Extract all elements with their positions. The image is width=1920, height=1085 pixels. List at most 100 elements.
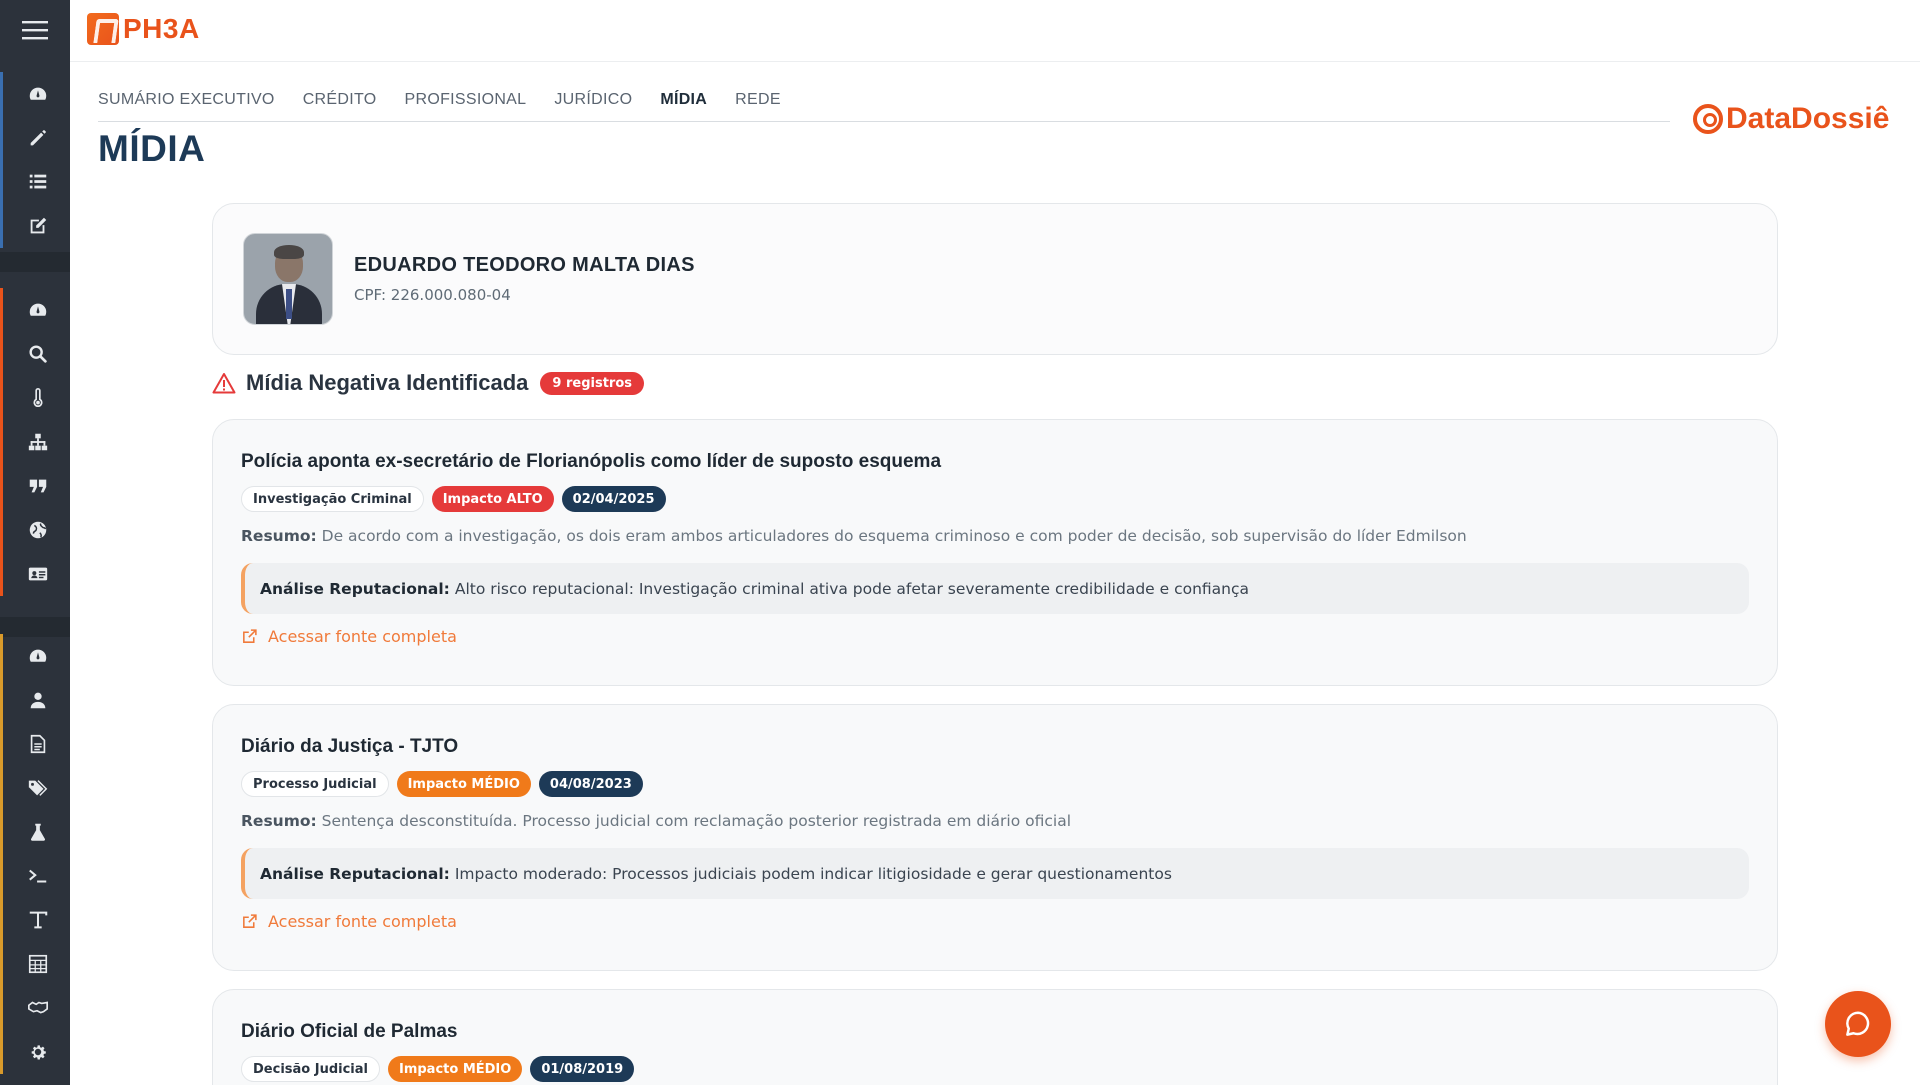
ph3a-logo-mark <box>87 13 119 45</box>
dashboard-icon <box>29 303 47 316</box>
tab-credito[interactable]: CRÉDITO <box>303 88 377 121</box>
hamburger-icon <box>22 21 48 40</box>
terminal-icon <box>29 869 47 883</box>
sidebar-item-handshake[interactable] <box>0 986 70 1030</box>
reputational-analysis: Análise Reputacional: Alto risco reputaci… <box>241 563 1749 614</box>
sidebar-item-dashboard-2[interactable] <box>0 288 70 332</box>
analysis-label: Análise Reputacional: <box>260 579 450 598</box>
category-badge: Processo Judicial <box>241 771 389 797</box>
list-icon <box>29 174 47 189</box>
category-badge: Investigação Criminal <box>241 486 424 512</box>
ph3a-logo[interactable]: PH3A <box>87 13 200 45</box>
sidebar-item-search[interactable] <box>0 332 70 376</box>
news-summary: Resumo: De acordo com a investigação, os… <box>241 527 1467 545</box>
analysis-label: Análise Reputacional: <box>260 864 450 883</box>
datadossie-logo-text: DataDossiê <box>1726 102 1890 135</box>
dashboard-icon <box>29 87 47 100</box>
page-title: MÍDIA <box>98 128 206 169</box>
news-card: Diário Oficial de Palmas Decisão Judicia… <box>212 989 1778 1085</box>
source-link[interactable]: Acessar fonte completa <box>241 627 457 646</box>
news-badges: Processo Judicial Impacto MÉDIO 04/08/20… <box>241 771 643 797</box>
impact-badge: Impacto MÉDIO <box>387 1056 523 1082</box>
sidebar-item-network[interactable] <box>0 420 70 464</box>
gear-icon <box>31 1045 46 1060</box>
news-card: Diário da Justiça - TJTO Processo Judici… <box>212 704 1778 971</box>
external-link-icon <box>243 914 257 928</box>
warning-icon <box>212 373 236 394</box>
sidebar-item-flask[interactable] <box>0 810 70 854</box>
thermometer-icon <box>33 388 43 407</box>
external-link-icon <box>243 629 257 643</box>
dashboard-icon <box>29 649 47 662</box>
report-tabs: SUMÁRIO EXECUTIVO CRÉDITO PROFISSIONAL J… <box>98 88 1670 122</box>
profile-card: EDUARDO TEODORO MALTA DIAS CPF: 226.000.… <box>212 203 1778 355</box>
news-title: Polícia aponta ex-secretário de Florianó… <box>241 451 942 472</box>
search-icon <box>29 345 47 363</box>
news-badges: Decisão Judicial Impacto MÉDIO 01/08/201… <box>241 1056 635 1082</box>
sidebar-item-user[interactable] <box>0 678 70 722</box>
id-card-icon <box>28 567 48 581</box>
sidebar-item-tags[interactable] <box>0 766 70 810</box>
impact-badge: Impacto MÉDIO <box>396 771 531 797</box>
globe-icon <box>29 521 47 539</box>
summary-text: Sentença desconstituída. Processo judici… <box>321 812 1072 830</box>
sidebar-item-terminal[interactable] <box>0 854 70 898</box>
impact-badge: Impacto ALTO <box>431 486 554 512</box>
date-badge: 02/04/2025 <box>561 486 666 512</box>
tab-profissional[interactable]: PROFISSIONAL <box>405 88 527 121</box>
person-name: EDUARDO TEODORO MALTA DIAS <box>354 254 695 276</box>
news-title: Diário Oficial de Palmas <box>241 1021 458 1042</box>
tab-sumario-executivo[interactable]: SUMÁRIO EXECUTIVO <box>98 88 275 121</box>
sidebar-item-dashboard[interactable] <box>0 72 70 116</box>
sidebar-item-quotes[interactable] <box>0 464 70 508</box>
avatar <box>243 233 333 325</box>
summary-label: Resumo: <box>241 527 317 545</box>
sidebar-item-settings[interactable] <box>0 1030 70 1074</box>
text-icon <box>29 911 48 929</box>
sidebar-item-edit[interactable] <box>0 204 70 248</box>
reputational-analysis: Análise Reputacional: Impacto moderado: P… <box>241 848 1749 899</box>
sidebar-item-dashboard-3[interactable] <box>0 634 70 678</box>
records-count-badge: 9 registros <box>540 371 644 395</box>
tab-midia[interactable]: MÍDIA <box>660 88 707 121</box>
sidebar-item-table[interactable] <box>0 942 70 986</box>
chat-bubble-icon <box>1846 1011 1870 1036</box>
edit-icon <box>30 217 47 234</box>
analysis-text: Impacto moderado: Processos judiciais po… <box>454 864 1172 883</box>
sidebar-item-document[interactable] <box>0 722 70 766</box>
news-summary: Resumo: Sentença desconstituída. Process… <box>241 812 1071 830</box>
pencil-icon <box>30 130 46 146</box>
handshake-icon <box>28 1001 48 1014</box>
tab-juridico[interactable]: JURÍDICO <box>554 88 632 121</box>
chat-button[interactable] <box>1825 991 1891 1057</box>
analysis-text: Alto risco reputacional: Investigação cr… <box>454 579 1250 598</box>
date-badge: 01/08/2019 <box>530 1056 635 1082</box>
date-badge: 04/08/2023 <box>538 771 643 797</box>
sidebar-item-globe[interactable] <box>0 508 70 552</box>
sidebar-item-thermometer[interactable] <box>0 376 70 420</box>
sidebar-item-text[interactable] <box>0 898 70 942</box>
flask-icon <box>30 823 46 841</box>
category-badge: Decisão Judicial <box>241 1056 380 1082</box>
sidebar-item-id-card[interactable] <box>0 552 70 596</box>
top-bar: PH3A <box>70 0 1920 62</box>
person-cpf: CPF: 226.000.080-04 <box>354 286 511 304</box>
datadossie-logo-mark <box>1693 104 1723 134</box>
tags-icon <box>28 780 48 796</box>
news-title: Diário da Justiça - TJTO <box>241 736 459 757</box>
sidebar-item-list[interactable] <box>0 160 70 204</box>
tab-rede[interactable]: REDE <box>735 88 781 121</box>
user-icon <box>30 692 46 709</box>
sitemap-icon <box>28 433 48 451</box>
sidebar-item-pencil[interactable] <box>0 116 70 160</box>
summary-label: Resumo: <box>241 812 317 830</box>
ph3a-logo-text: PH3A <box>123 13 200 44</box>
news-badges: Investigação Criminal Impacto ALTO 02/04… <box>241 486 666 512</box>
source-link[interactable]: Acessar fonte completa <box>241 912 457 931</box>
source-link-label: Acessar fonte completa <box>268 627 457 646</box>
news-card: Polícia aponta ex-secretário de Florianó… <box>212 419 1778 686</box>
summary-text: De acordo com a investigação, os dois er… <box>321 527 1467 545</box>
menu-toggle-button[interactable] <box>0 0 70 60</box>
sidebar-group-3 <box>0 634 70 1074</box>
document-icon <box>30 734 46 754</box>
